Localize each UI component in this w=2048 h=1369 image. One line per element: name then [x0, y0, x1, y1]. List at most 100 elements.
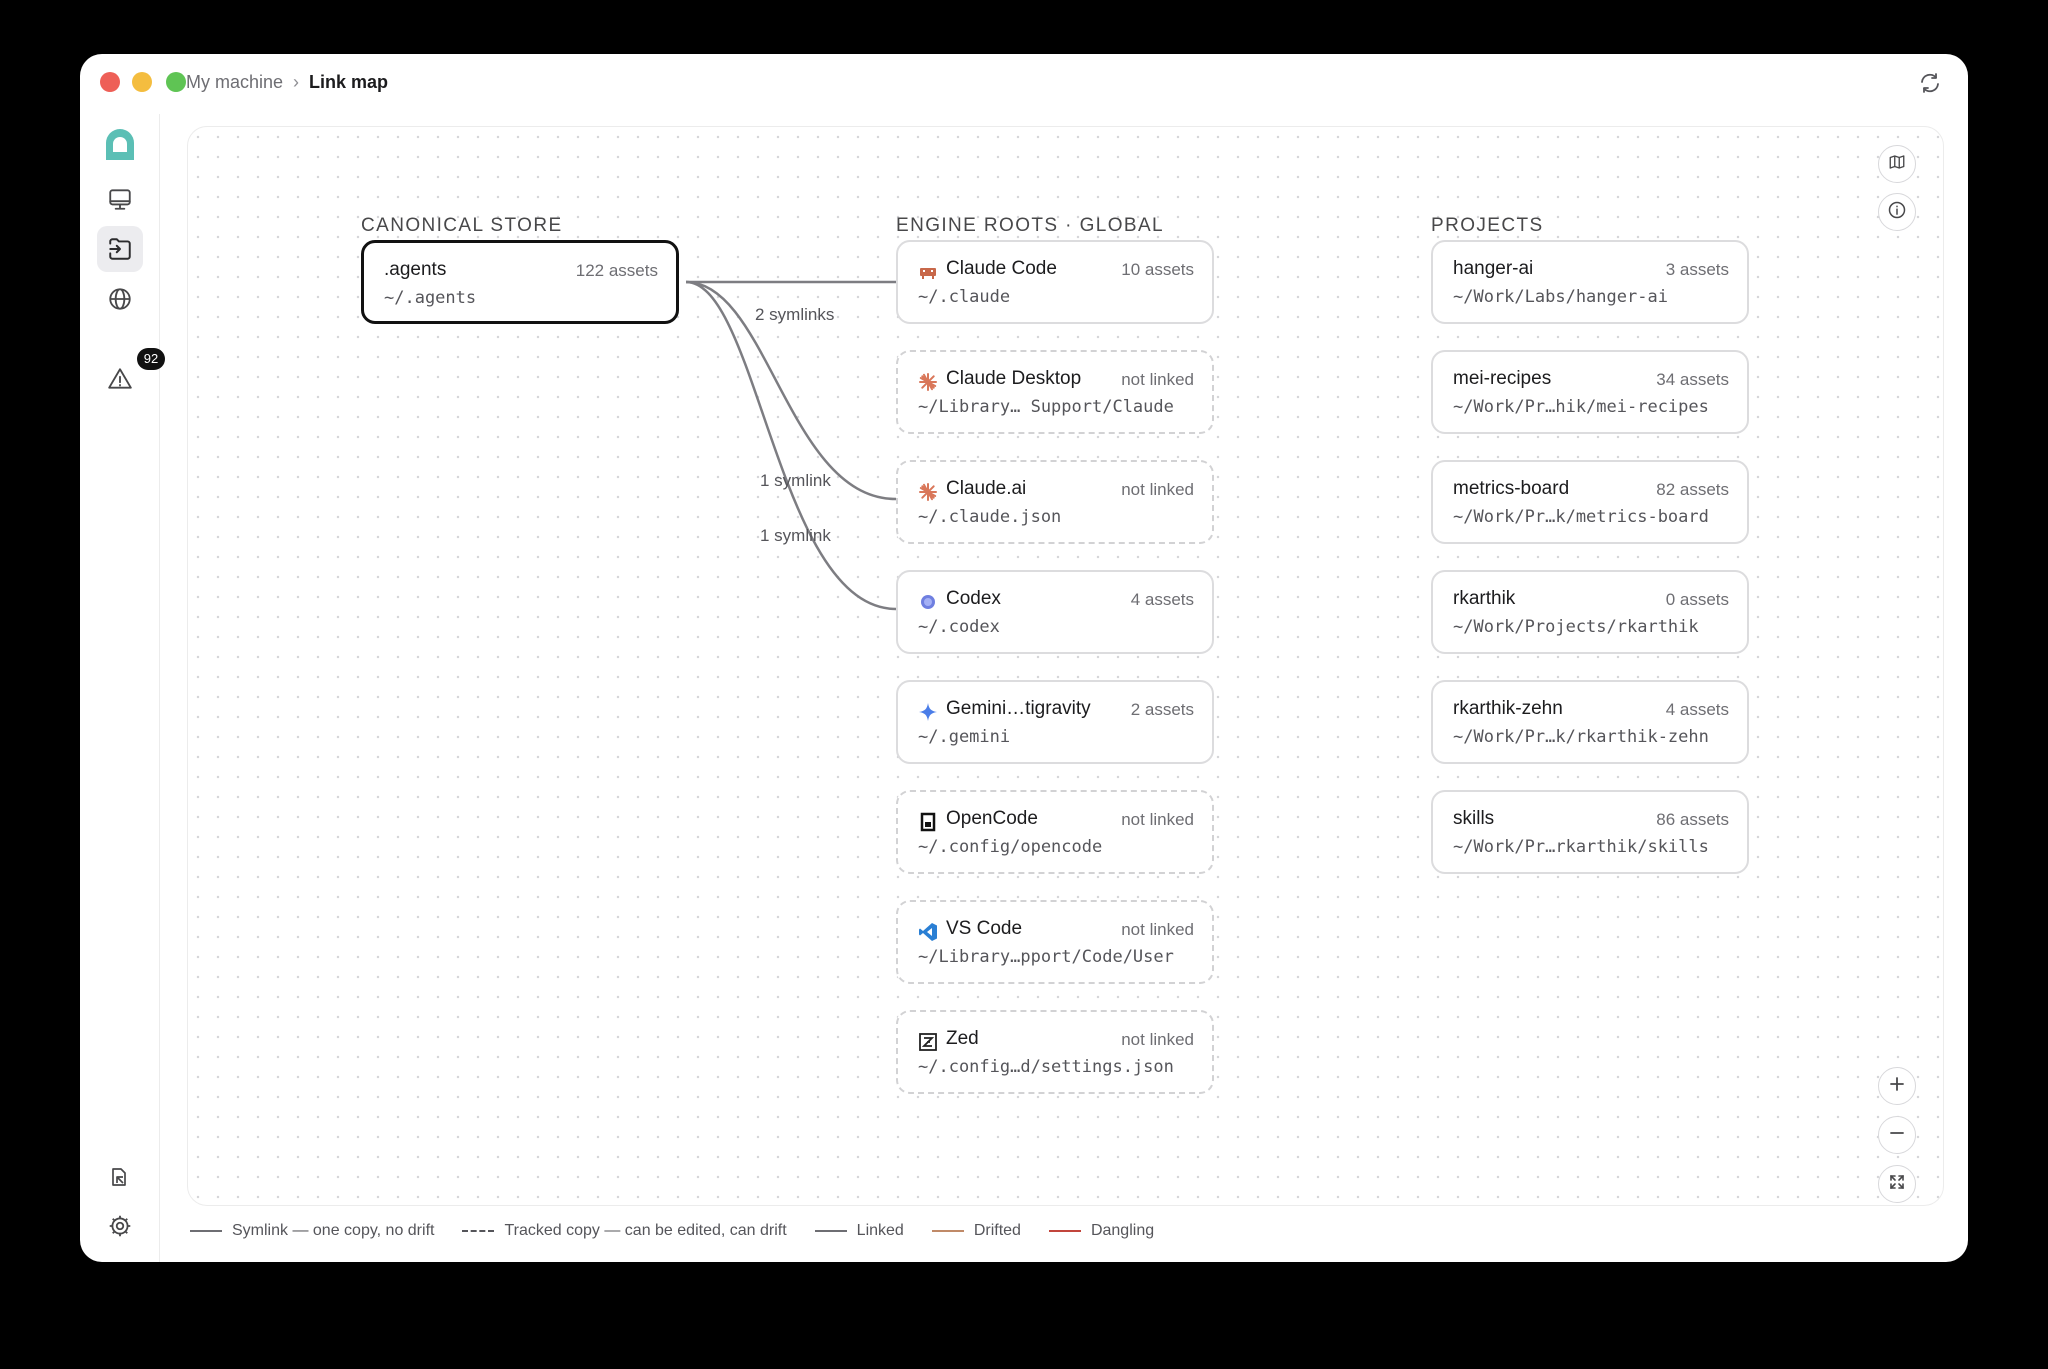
minimap-button[interactable]	[1878, 145, 1916, 183]
project-node-skills[interactable]: skills 86 assets ~/Work/Pr…rkarthik/skil…	[1431, 790, 1749, 874]
legend-swatch	[462, 1230, 495, 1232]
legend-label: Linked	[856, 1222, 904, 1239]
node-path: ~/.config/opencode	[918, 837, 1103, 857]
legend-item-tracked-copy: Tracked copy — can be edited, can drift	[462, 1222, 787, 1240]
breadcrumb-separator: ›	[293, 72, 300, 92]
engine-node-claude-desktop[interactable]: Claude Desktop not linked ~/Library… Sup…	[896, 350, 1214, 434]
legend-swatch	[1048, 1230, 1081, 1232]
opencode-icon	[918, 812, 938, 832]
node-count: not linked	[1121, 370, 1194, 389]
node-count: 2 assets	[1130, 700, 1194, 719]
engine-node-gemini[interactable]: Gemini…tigravity 2 assets ~/.gemini	[896, 680, 1214, 764]
node-name: OpenCode	[946, 808, 1038, 829]
project-node-mei-recipes[interactable]: mei-recipes 34 assets ~/Work/Pr…hik/mei-…	[1431, 350, 1749, 434]
node-path: ~/Library…pport/Code/User	[918, 947, 1174, 967]
link-map-canvas[interactable]: CANONICAL STORE ENGINE ROOTS · GLOBAL PR…	[187, 126, 1944, 1206]
node-name: Codex	[946, 588, 1001, 609]
app-logo-icon[interactable]	[97, 122, 143, 168]
info-button[interactable]	[1878, 193, 1916, 231]
store-node[interactable]: .agents 122 assets ~/.agents	[361, 240, 679, 324]
project-node-metrics-board[interactable]: metrics-board 82 assets ~/Work/Pr…k/metr…	[1431, 460, 1749, 544]
node-path: ~/.agents	[384, 288, 477, 308]
monitor-icon[interactable]	[97, 176, 143, 222]
node-name: VS Code	[946, 918, 1023, 939]
node-name: skills	[1453, 808, 1495, 829]
legend-label: Drifted	[973, 1222, 1021, 1239]
edge-gemini	[685, 280, 897, 611]
zoom-out-button[interactable]	[1878, 1116, 1916, 1154]
engine-node-claude-ai[interactable]: Claude.ai not linked ~/.claude.json	[896, 460, 1214, 544]
warning-icon[interactable]: 92	[97, 348, 165, 402]
project-node-rkarthik-zehn[interactable]: rkarthik-zehn 4 assets ~/Work/Pr…k/rkart…	[1431, 680, 1749, 764]
node-count: 0 assets	[1665, 590, 1729, 609]
refresh-icon[interactable]	[1918, 71, 1942, 95]
legend: Symlink — one copy, no drift Tracked cop…	[190, 1222, 1182, 1240]
node-count: 86 assets	[1656, 810, 1729, 829]
node-path: ~/.claude	[918, 287, 1011, 307]
globe-icon[interactable]	[97, 276, 143, 322]
node-path: ~/Work/Labs/hanger-ai	[1453, 287, 1668, 307]
node-count: 122 assets	[575, 261, 658, 280]
sidebar: 92	[80, 114, 165, 1262]
breadcrumb-current: Link map	[309, 72, 389, 92]
info-icon	[1887, 200, 1907, 225]
edge-label-codex: 1 symlink	[760, 471, 831, 490]
node-name: metrics-board	[1453, 478, 1570, 499]
project-node-hanger-ai[interactable]: hanger-ai 3 assets ~/Work/Labs/hanger-ai	[1431, 240, 1749, 324]
fit-screen-icon	[1889, 1174, 1905, 1195]
node-count: 4 assets	[1665, 700, 1729, 719]
node-name: hanger-ai	[1453, 258, 1534, 279]
docs-icon[interactable]	[97, 1154, 143, 1200]
node-name: Claude Desktop	[946, 368, 1082, 389]
engine-node-vscode[interactable]: VS Code not linked ~/Library…pport/Code/…	[896, 900, 1214, 984]
codex-icon	[918, 592, 938, 612]
engine-node-opencode[interactable]: OpenCode not linked ~/.config/opencode	[896, 790, 1214, 874]
engine-node-zed[interactable]: Zed not linked ~/.config…d/settings.json	[896, 1010, 1214, 1094]
link-map-icon[interactable]	[97, 226, 143, 272]
node-count: 82 assets	[1656, 480, 1729, 499]
zoom-window-button[interactable]	[166, 72, 186, 92]
node-path: ~/.codex	[918, 617, 1000, 637]
node-name: mei-recipes	[1453, 368, 1552, 389]
project-node-rkarthik[interactable]: rkarthik 0 assets ~/Work/Projects/rkarth…	[1431, 570, 1749, 654]
node-path: ~/Library… Support/Claude	[918, 397, 1174, 417]
engine-node-claude-code[interactable]: Claude Code 10 assets ~/.claude	[896, 240, 1214, 324]
zoom-in-button[interactable]	[1878, 1067, 1916, 1105]
fit-view-button[interactable]	[1878, 1165, 1916, 1203]
claude-code-icon	[918, 262, 938, 282]
minus-icon	[1889, 1125, 1905, 1146]
legend-swatch	[814, 1230, 847, 1232]
node-name: Claude.ai	[946, 478, 1027, 499]
breadcrumb: My machine › Link map	[186, 72, 388, 92]
legend-swatch	[931, 1230, 964, 1232]
node-count: not linked	[1121, 480, 1194, 499]
node-path: ~/.config…d/settings.json	[918, 1057, 1174, 1077]
vscode-icon	[918, 922, 938, 942]
gear-icon[interactable]	[97, 1203, 143, 1249]
engine-node-codex[interactable]: Codex 4 assets ~/.codex	[896, 570, 1214, 654]
node-count: 4 assets	[1130, 590, 1194, 609]
map-icon	[1888, 153, 1906, 176]
close-window-button[interactable]	[100, 72, 120, 92]
node-name: Claude Code	[946, 258, 1057, 279]
zed-icon	[918, 1032, 938, 1052]
plus-icon	[1889, 1076, 1905, 1097]
gemini-icon	[918, 702, 938, 722]
legend-label: Symlink — one copy, no drift	[232, 1222, 435, 1239]
node-name: rkarthik-zehn	[1453, 698, 1563, 719]
node-count: 34 assets	[1656, 370, 1729, 389]
node-name: rkarthik	[1453, 588, 1516, 609]
node-path: ~/.gemini	[918, 727, 1011, 747]
legend-item-linked: Linked	[814, 1222, 904, 1240]
node-path: ~/Work/Projects/rkarthik	[1453, 617, 1699, 637]
minimize-window-button[interactable]	[132, 72, 152, 92]
claude-sunburst-icon	[918, 482, 938, 502]
breadcrumb-parent[interactable]: My machine	[186, 72, 283, 92]
node-path: ~/Work/Pr…hik/mei-recipes	[1453, 397, 1709, 417]
node-path: ~/Work/Pr…k/rkarthik-zehn	[1453, 727, 1709, 747]
node-name: Zed	[946, 1028, 979, 1049]
edge-label-gemini: 1 symlink	[760, 526, 831, 545]
legend-item-symlink: Symlink — one copy, no drift	[190, 1222, 434, 1240]
legend-swatch	[190, 1230, 222, 1232]
node-count: 10 assets	[1121, 260, 1194, 279]
